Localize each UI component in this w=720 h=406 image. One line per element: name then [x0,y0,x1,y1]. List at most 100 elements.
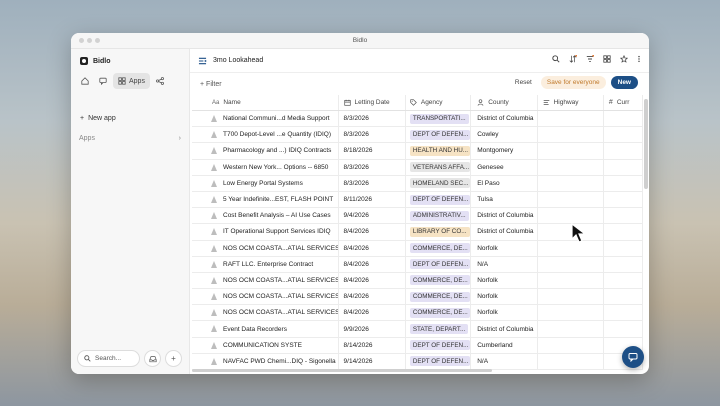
table-row[interactable]: Low Energy Portal Systems 8/3/2026 HOMELAN… [192,175,643,192]
cell-agency[interactable]: VETERANS AFFA... [406,159,472,175]
table-row[interactable]: 5 Year Indefinite...EST, FLASH POINT 8/11… [192,191,643,209]
new-record-button[interactable]: New [610,76,638,89]
cell-county[interactable]: Cowley [471,127,538,143]
cell-curr[interactable] [604,175,643,191]
cell-agency[interactable]: DEPT OF DEFEN... [406,353,472,369]
cell-letting-date[interactable]: 8/4/2026 [339,256,406,272]
cell-agency[interactable]: DEPT OF DEFEN... [406,337,472,353]
cell-name[interactable]: 5 Year Indefinite...EST, FLASH POINT [192,191,339,208]
cell-agency[interactable]: DEPT OF DEFEN... [406,127,472,143]
cell-agency[interactable]: ADMINISTRATIV... [406,208,472,224]
chat-assistant-button[interactable] [622,346,644,368]
cell-county[interactable]: District of Columbia [471,224,538,240]
table-row[interactable]: NAVFAC PWD Chemi...DIQ - Sigonella 9/14/2… [192,353,643,370]
cell-county[interactable]: Cumberland [471,337,538,353]
cell-agency[interactable]: TRANSPORTATI... [406,111,472,127]
apps-section-toggle[interactable]: Apps › [79,135,181,142]
cell-highway[interactable] [538,305,604,321]
share-button[interactable] [152,73,168,89]
cell-curr[interactable] [604,143,643,159]
search-button[interactable] [552,55,560,65]
cell-highway[interactable] [538,143,604,159]
cell-curr[interactable] [604,256,643,272]
favorite-button[interactable] [619,54,629,65]
cell-letting-date[interactable]: 8/4/2026 [339,272,406,289]
cell-letting-date[interactable]: 8/3/2026 [339,127,406,143]
cell-county[interactable]: Norfolk [471,305,538,321]
cell-name[interactable]: NOS OCM COASTA...ATIAL SERVICES [192,305,339,321]
cell-letting-date[interactable]: 8/18/2026 [339,143,406,159]
table-row[interactable]: National Communi...d Media Support 8/3/20… [192,111,643,128]
column-header-county[interactable]: County [471,95,538,110]
cell-name[interactable]: RAFT LLC. Enterprise Contract [192,256,339,272]
cell-county[interactable]: Norfolk [471,272,538,289]
cell-highway[interactable] [538,353,604,369]
cell-highway[interactable] [538,321,604,337]
table-row[interactable]: RAFT LLC. Enterprise Contract 8/4/2026 DEP… [192,256,643,273]
table-row[interactable]: COMMUNICATION SYSTE 8/14/2026 DEPT OF DEFE… [192,337,643,354]
cell-agency[interactable]: COMMERCE, DE... [406,289,472,305]
vertical-scrollbar[interactable] [644,99,648,189]
cell-highway[interactable] [538,159,604,175]
cell-curr[interactable] [604,289,643,305]
new-app-button[interactable]: + New app [80,115,116,122]
cell-name[interactable]: NOS OCM COASTA...ATIAL SERVICES [192,272,339,289]
cell-agency[interactable]: COMMERCE, DE... [406,240,472,256]
reset-button[interactable]: Reset [511,79,536,86]
cell-county[interactable]: Montgomery [471,143,538,159]
cell-county[interactable]: District of Columbia [471,111,538,127]
cell-letting-date[interactable]: 8/14/2026 [339,337,406,353]
inbox-button[interactable] [144,350,161,367]
cell-curr[interactable] [604,321,643,337]
cell-letting-date[interactable]: 8/4/2026 [339,305,406,321]
cell-county[interactable]: El Paso [471,175,538,191]
cell-letting-date[interactable]: 8/4/2026 [339,289,406,305]
cell-highway[interactable] [538,111,604,127]
chat-button[interactable] [95,73,111,89]
cell-name[interactable]: Cost Benefit Analysis – AI Use Cases [192,208,339,224]
cell-agency[interactable]: DEPT OF DEFEN... [406,256,472,272]
cell-curr[interactable] [604,224,643,240]
cell-highway[interactable] [538,175,604,191]
cell-curr[interactable] [604,208,643,224]
cell-letting-date[interactable]: 8/4/2026 [339,224,406,240]
cell-highway[interactable] [538,208,604,224]
cell-county[interactable]: Norfolk [471,289,538,305]
cell-name[interactable]: NAVFAC PWD Chemi...DIQ - Sigonella [192,353,339,369]
table-row[interactable]: NOS OCM COASTA...ATIAL SERVICES 8/4/2026 C… [192,272,643,290]
cell-name[interactable]: COMMUNICATION SYSTE [192,337,339,353]
horizontal-scrollbar[interactable] [192,369,492,372]
column-header-name[interactable]: Aa Name [192,95,339,110]
cell-curr[interactable] [604,272,643,289]
cell-letting-date[interactable]: 8/3/2026 [339,111,406,127]
cell-name[interactable]: Low Energy Portal Systems [192,175,339,191]
cell-letting-date[interactable]: 8/11/2026 [339,191,406,208]
cell-curr[interactable] [604,240,643,256]
apps-tab[interactable]: Apps [113,73,150,89]
column-header-highway[interactable]: Highway [538,95,604,110]
cell-name[interactable]: NOS OCM COASTA...ATIAL SERVICES [192,289,339,305]
cell-county[interactable]: N/A [471,353,538,369]
cell-agency[interactable]: HOMELAND SEC... [406,175,472,191]
home-button[interactable] [77,73,93,89]
cell-name[interactable]: Western New York... Options -- 6850 [192,159,339,175]
table-row[interactable]: Event Data Recorders 9/9/2026 STATE, DEPAR… [192,321,643,338]
cell-county[interactable]: Tulsa [471,191,538,208]
cell-agency[interactable]: COMMERCE, DE... [406,272,472,289]
cell-agency[interactable]: COMMERCE, DE... [406,305,472,321]
cell-name[interactable]: Event Data Recorders [192,321,339,337]
cell-agency[interactable]: DEPT OF DEFEN... [406,191,472,208]
cell-agency[interactable]: STATE, DEPART... [406,321,472,337]
cell-name[interactable]: National Communi...d Media Support [192,111,339,127]
more-button[interactable] [637,55,641,65]
cell-name[interactable]: Pharmacology and ...) IDIQ Contracts [192,143,339,159]
cell-curr[interactable] [604,159,643,175]
cell-highway[interactable] [538,289,604,305]
table-row[interactable]: T700 Depot-Level ...e Quantity (IDIQ) 8/3… [192,127,643,144]
cell-curr[interactable] [604,127,643,143]
sort-button[interactable] [569,54,578,65]
cell-letting-date[interactable]: 8/3/2026 [339,175,406,191]
cell-name[interactable]: IT Operational Support Services IDIQ [192,224,339,240]
filter-button[interactable] [586,54,595,65]
cell-letting-date[interactable]: 9/14/2026 [339,353,406,369]
